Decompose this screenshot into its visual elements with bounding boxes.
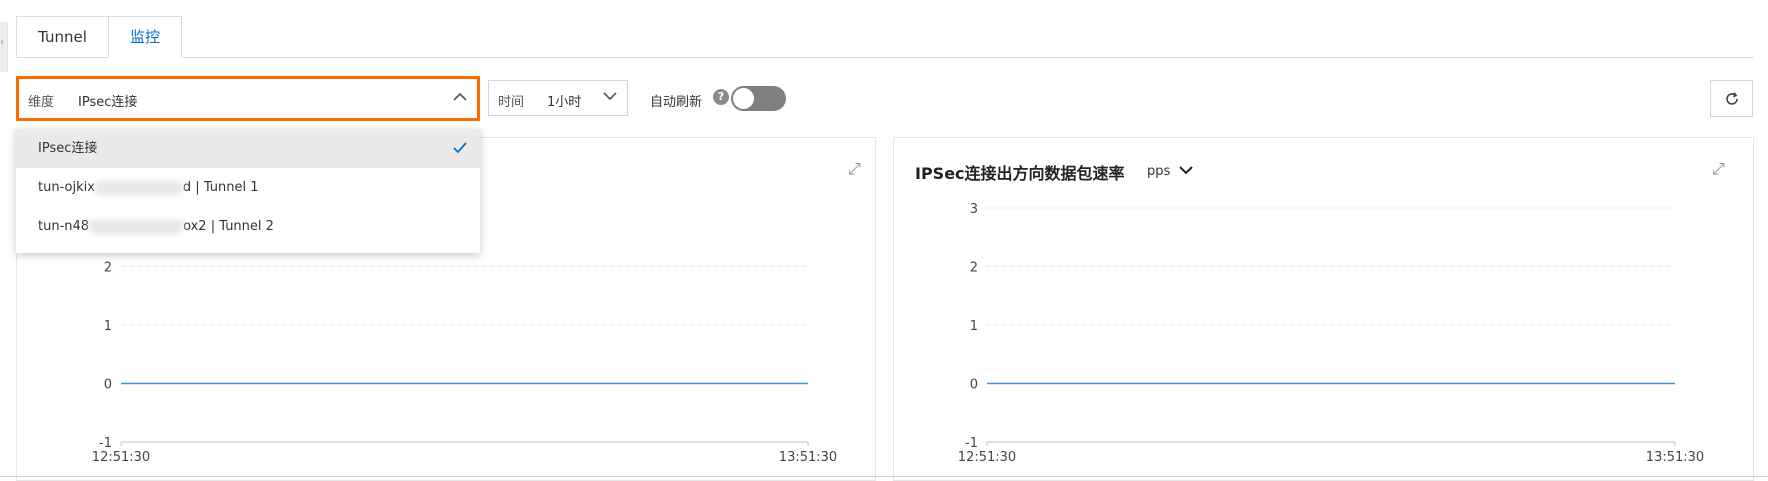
redacted-text [89,219,184,234]
dimension-dropdown: IPsec连接 tun-ojkix d | Tunnel 1 tun-n48 ox2… [16,129,480,253]
check-icon [453,142,467,154]
y-tick-label: 2 [970,261,978,276]
x-tick-label: 13:51:30 [1646,450,1704,465]
dropdown-option-tunnel-1[interactable]: tun-ojkix d | Tunnel 1 [16,168,480,207]
bottom-divider [0,476,1768,477]
x-tick-label: 12:51:30 [958,450,1016,465]
option-prefix: tun-n48 [38,219,90,234]
y-tick-label: 0 [970,378,978,393]
option-suffix: ox2 | Tunnel 2 [183,219,274,234]
option-label: IPsec连接 [38,141,98,156]
y-tick-label: -1 [965,436,978,451]
dropdown-option-ipsec[interactable]: IPsec连接 [16,129,480,168]
option-prefix: tun-ojkix [38,180,95,195]
y-tick-label: 1 [970,319,978,334]
option-suffix: d | Tunnel 1 [182,180,259,195]
y-tick-label: 3 [970,202,978,217]
redacted-text [94,180,183,195]
tab-monitor[interactable]: 监控 [108,16,182,58]
dropdown-option-tunnel-2[interactable]: tun-n48 ox2 | Tunnel 2 [16,207,480,246]
